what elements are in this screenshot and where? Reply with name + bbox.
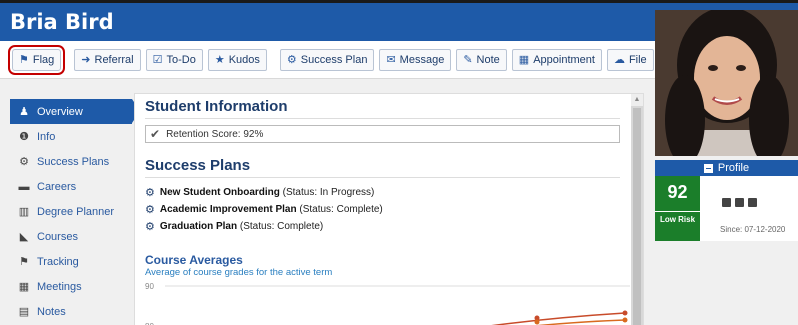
todo-button-label: To-Do <box>166 53 196 66</box>
status-dots <box>722 198 757 207</box>
risk-score-badge: 92 Low Risk <box>655 176 700 241</box>
since-date: Since: 07-12-2020 <box>720 225 786 234</box>
sidebar-item-notes[interactable]: ▤ Notes <box>0 299 140 324</box>
careers-icon: ▬ <box>18 180 30 193</box>
sidebar-item-label: Success Plans <box>37 155 110 168</box>
sidebar-item-careers[interactable]: ▬ Careers <box>0 174 140 199</box>
checkmark-icon: ✔ <box>150 127 161 141</box>
success-plans-heading: Success Plans <box>145 157 620 178</box>
vertical-scrollbar[interactable]: ▲ <box>631 94 643 325</box>
sidebar-item-tracking[interactable]: ⚑ Tracking <box>0 249 140 274</box>
sidebar-item-label: Courses <box>37 230 78 243</box>
collapse-icon <box>703 163 713 173</box>
referral-button[interactable]: ➜ Referral <box>74 48 141 71</box>
appointment-icon: ▦ <box>518 54 530 66</box>
message-button[interactable]: ✉ Message <box>379 48 452 71</box>
course-averages-title: Course Averages <box>145 253 243 267</box>
kudos-button-label: Kudos <box>228 53 260 66</box>
success-plan-item[interactable]: ⚙ Graduation Plan (Status: Complete) <box>145 218 620 235</box>
sidebar-item-meetings[interactable]: ▦ Meetings <box>0 274 140 299</box>
sidebar-item-label: Degree Planner <box>37 205 115 218</box>
sidebar-item-success-plans[interactable]: ⚙ Success Plans <box>0 149 140 174</box>
flag-button-label: Flag <box>32 53 55 66</box>
success-plans-list: ⚙ New Student Onboarding (Status: In Prog… <box>145 184 620 235</box>
student-name-title: Bria Bird <box>10 10 114 34</box>
scrollbar-thumb[interactable] <box>633 108 641 325</box>
sidebar-item-label: Careers <box>37 180 77 193</box>
overview-panel: Student Information ✔ Retention Score: 9… <box>134 93 644 325</box>
courses-icon: ◣ <box>19 231 29 243</box>
success-plan-icon: ⚙ <box>286 54 297 66</box>
message-icon: ✉ <box>386 54 396 66</box>
appointment-button[interactable]: ▦ Appointment <box>511 48 602 71</box>
appointment-button-label: Appointment <box>533 53 595 66</box>
referral-icon: ➜ <box>81 54 91 66</box>
data-point <box>622 310 628 316</box>
success-plan-icon: ⚙ <box>145 221 155 233</box>
sidebar-item-degree-planner[interactable]: ▥ Degree Planner <box>0 199 140 224</box>
data-point <box>622 317 628 323</box>
note-icon: ✎ <box>463 54 473 66</box>
sidebar-item-courses[interactable]: ◣ Courses <box>0 224 140 249</box>
success-plan-text: Graduation Plan (Status: Complete) <box>159 221 324 232</box>
retention-score-field: ✔ Retention Score: 92% <box>145 125 620 143</box>
kudos-button[interactable]: ★ Kudos <box>207 48 267 71</box>
success-plan-button-label: Success Plan <box>300 53 368 66</box>
success-plan-text: Academic Improvement Plan (Status: Compl… <box>159 204 383 215</box>
info-icon: ❶ <box>19 131 29 143</box>
series-line-1 <box>491 312 626 325</box>
tracking-icon: ⚑ <box>19 256 29 268</box>
todo-icon: ☑ <box>152 54 163 66</box>
sidebar-item-label: Tracking <box>37 255 79 268</box>
success-plan-text: New Student Onboarding (Status: In Progr… <box>159 187 375 198</box>
message-button-label: Message <box>399 53 445 66</box>
success-plan-button[interactable]: ⚙ Success Plan <box>279 48 375 71</box>
file-button[interactable]: ☁ File <box>606 48 654 71</box>
risk-level-label: Low Risk <box>655 211 700 224</box>
success-plans-icon: ⚙ <box>19 156 29 168</box>
sidebar-item-label: Overview <box>37 105 83 118</box>
overview-icon: ♟ <box>19 106 29 118</box>
success-plan-icon: ⚙ <box>145 204 155 216</box>
meetings-icon: ▦ <box>18 281 30 293</box>
scroll-up-arrow[interactable]: ▲ <box>631 94 643 106</box>
flag-button[interactable]: ⚑ Flag <box>7 44 66 75</box>
risk-score-value: 92 <box>667 182 688 202</box>
course-averages-subtitle: Average of course grades for the active … <box>145 267 333 278</box>
student-info-heading: Student Information <box>145 98 620 119</box>
profile-summary: Since: 07-12-2020 <box>700 176 798 241</box>
success-plan-item[interactable]: ⚙ Academic Improvement Plan (Status: Comp… <box>145 201 620 218</box>
note-button[interactable]: ✎ Note <box>456 48 507 71</box>
profile-toggle[interactable]: Profile <box>655 160 798 176</box>
degree-planner-icon: ▥ <box>18 206 30 218</box>
todo-button[interactable]: ☑ To-Do <box>145 48 203 71</box>
notes-icon: ▤ <box>18 306 30 318</box>
sidebar-item-label: Notes <box>37 305 66 318</box>
success-plan-item[interactable]: ⚙ New Student Onboarding (Status: In Prog… <box>145 184 620 201</box>
data-point <box>534 319 540 325</box>
file-icon: ☁ <box>613 54 625 66</box>
student-profile-modal: Bria Bird ✖ ⚑Flag➜Referral☑To-Do★Kudos⚙S… <box>0 0 798 325</box>
sidebar-nav: ♟ Overview ❶ Info ⚙ Success Plans ▬ Careers ▥ Deg… <box>0 83 140 325</box>
course-averages-chart: 9080 <box>145 282 630 325</box>
sidebar-item-info[interactable]: ❶ Info <box>0 124 140 149</box>
flag-icon: ⚑ <box>19 54 29 66</box>
kudos-icon: ★ <box>214 54 225 66</box>
note-button-label: Note <box>476 53 500 66</box>
success-plan-icon: ⚙ <box>145 187 155 199</box>
profile-label: Profile <box>717 162 750 174</box>
file-button-label: File <box>628 53 647 66</box>
sidebar-item-label: Info <box>37 130 56 143</box>
sidebar-item-overview[interactable]: ♟ Overview <box>10 99 140 124</box>
retention-score-text: Retention Score: 92% <box>166 128 264 140</box>
y-tick-label: 90 <box>145 282 154 291</box>
student-photo <box>655 10 798 156</box>
referral-button-label: Referral <box>94 53 134 66</box>
sidebar-item-label: Meetings <box>37 280 82 293</box>
